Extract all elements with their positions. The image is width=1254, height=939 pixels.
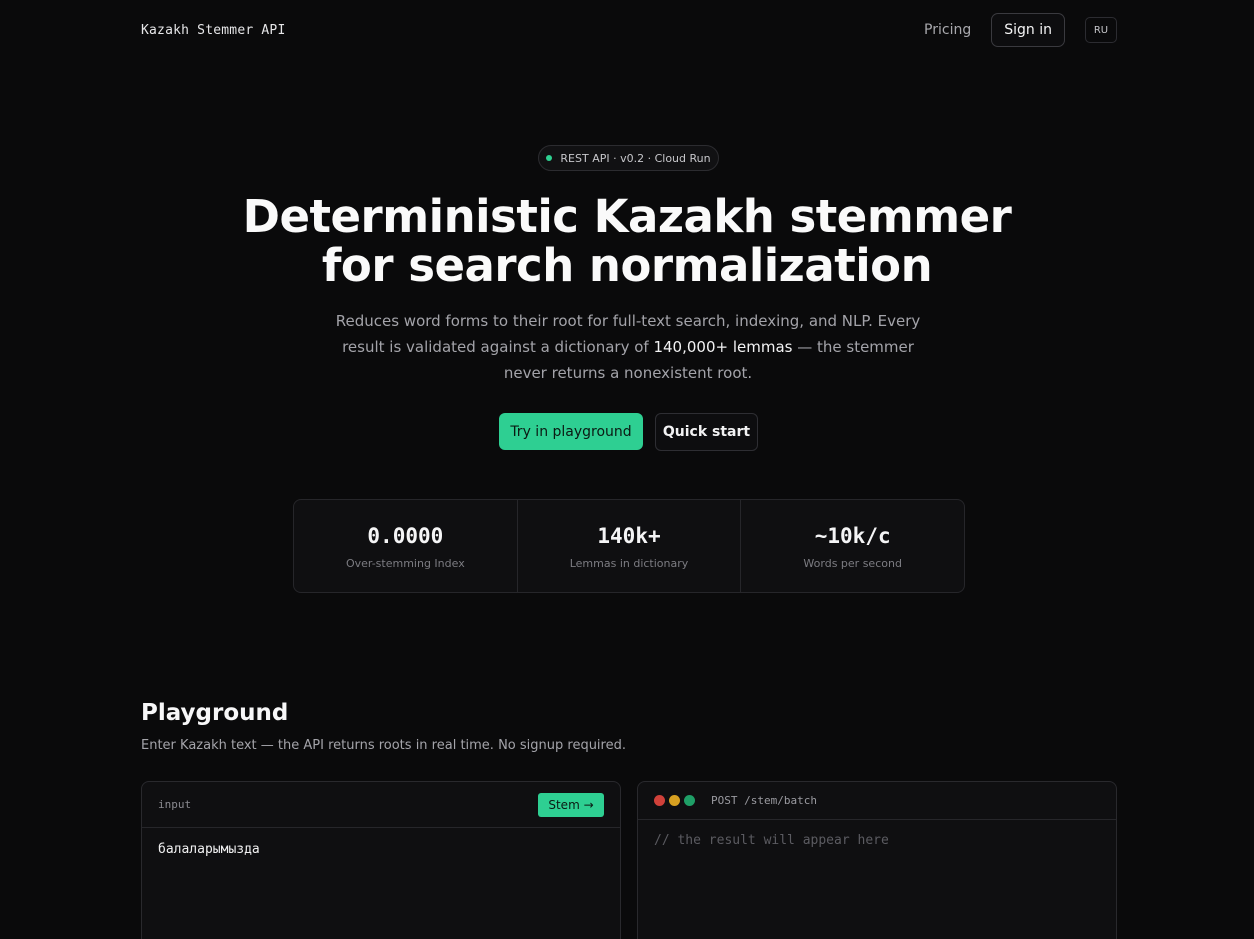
- stat-label: Lemmas in dictionary: [569, 557, 689, 570]
- try-playground-button[interactable]: Try in playground: [499, 413, 643, 450]
- hero-title: Deterministic Kazakh stemmer for search …: [0, 192, 1254, 290]
- pricing-link[interactable]: Pricing: [924, 22, 971, 38]
- nav-bar: Kazakh Stemmer API Pricing Sign in RU: [141, 12, 1117, 48]
- output-panel-header: POST /stem/batch: [638, 782, 1116, 820]
- stat-value: 0.0000: [367, 524, 444, 548]
- output-panel: POST /stem/batch // the result will appe…: [637, 781, 1117, 939]
- version-badge-text: REST API · v0.2 · Cloud Run: [560, 151, 711, 165]
- hero-title-line-2: for search normalization: [321, 239, 933, 292]
- nav-actions: Pricing Sign in RU: [924, 13, 1117, 47]
- green-dot-icon: [684, 795, 695, 806]
- status-dot-icon: [546, 155, 553, 161]
- stats-panel: 0.0000 Over-stemming Index 140k+ Lemmas …: [293, 499, 965, 593]
- stat-value: 140k+: [597, 524, 661, 548]
- quick-start-button[interactable]: Quick start: [655, 413, 758, 451]
- input-panel-header: input Stem →: [142, 782, 620, 828]
- hero-title-line-1: Deterministic Kazakh stemmer: [242, 190, 1012, 243]
- stat-over-stemming: 0.0000 Over-stemming Index: [294, 500, 517, 592]
- playground-subtitle: Enter Kazakh text — the API returns root…: [141, 738, 626, 753]
- language-switch-button[interactable]: RU: [1085, 17, 1117, 43]
- brand-logo[interactable]: Kazakh Stemmer API: [141, 23, 285, 38]
- stat-throughput: ~10k/c Words per second: [740, 500, 964, 592]
- stat-lemmas: 140k+ Lemmas in dictionary: [516, 500, 741, 592]
- red-dot-icon: [654, 795, 665, 806]
- sign-in-button[interactable]: Sign in: [991, 13, 1065, 47]
- hero-cta-row: Try in playground Quick start: [499, 413, 758, 451]
- stem-input-field[interactable]: балаларымызда: [142, 828, 620, 939]
- hero-subtitle-highlight: 140,000+ lemmas: [653, 338, 793, 356]
- window-controls: [654, 795, 699, 806]
- hero-subtitle: Reduces word forms to their root for ful…: [322, 308, 934, 386]
- yellow-dot-icon: [669, 795, 680, 806]
- version-badge: REST API · v0.2 · Cloud Run: [538, 145, 719, 171]
- stat-value: ~10k/c: [814, 524, 891, 548]
- stem-button[interactable]: Stem →: [538, 792, 604, 817]
- playground-title: Playground: [141, 700, 289, 726]
- input-panel: input Stem → балаларымызда: [141, 781, 621, 939]
- stat-label: Over-stemming Index: [345, 557, 465, 570]
- endpoint-label: POST /stem/batch: [711, 794, 817, 807]
- stat-label: Words per second: [803, 557, 902, 570]
- result-output: // the result will appear here: [654, 833, 889, 848]
- input-panel-label: input: [158, 798, 192, 811]
